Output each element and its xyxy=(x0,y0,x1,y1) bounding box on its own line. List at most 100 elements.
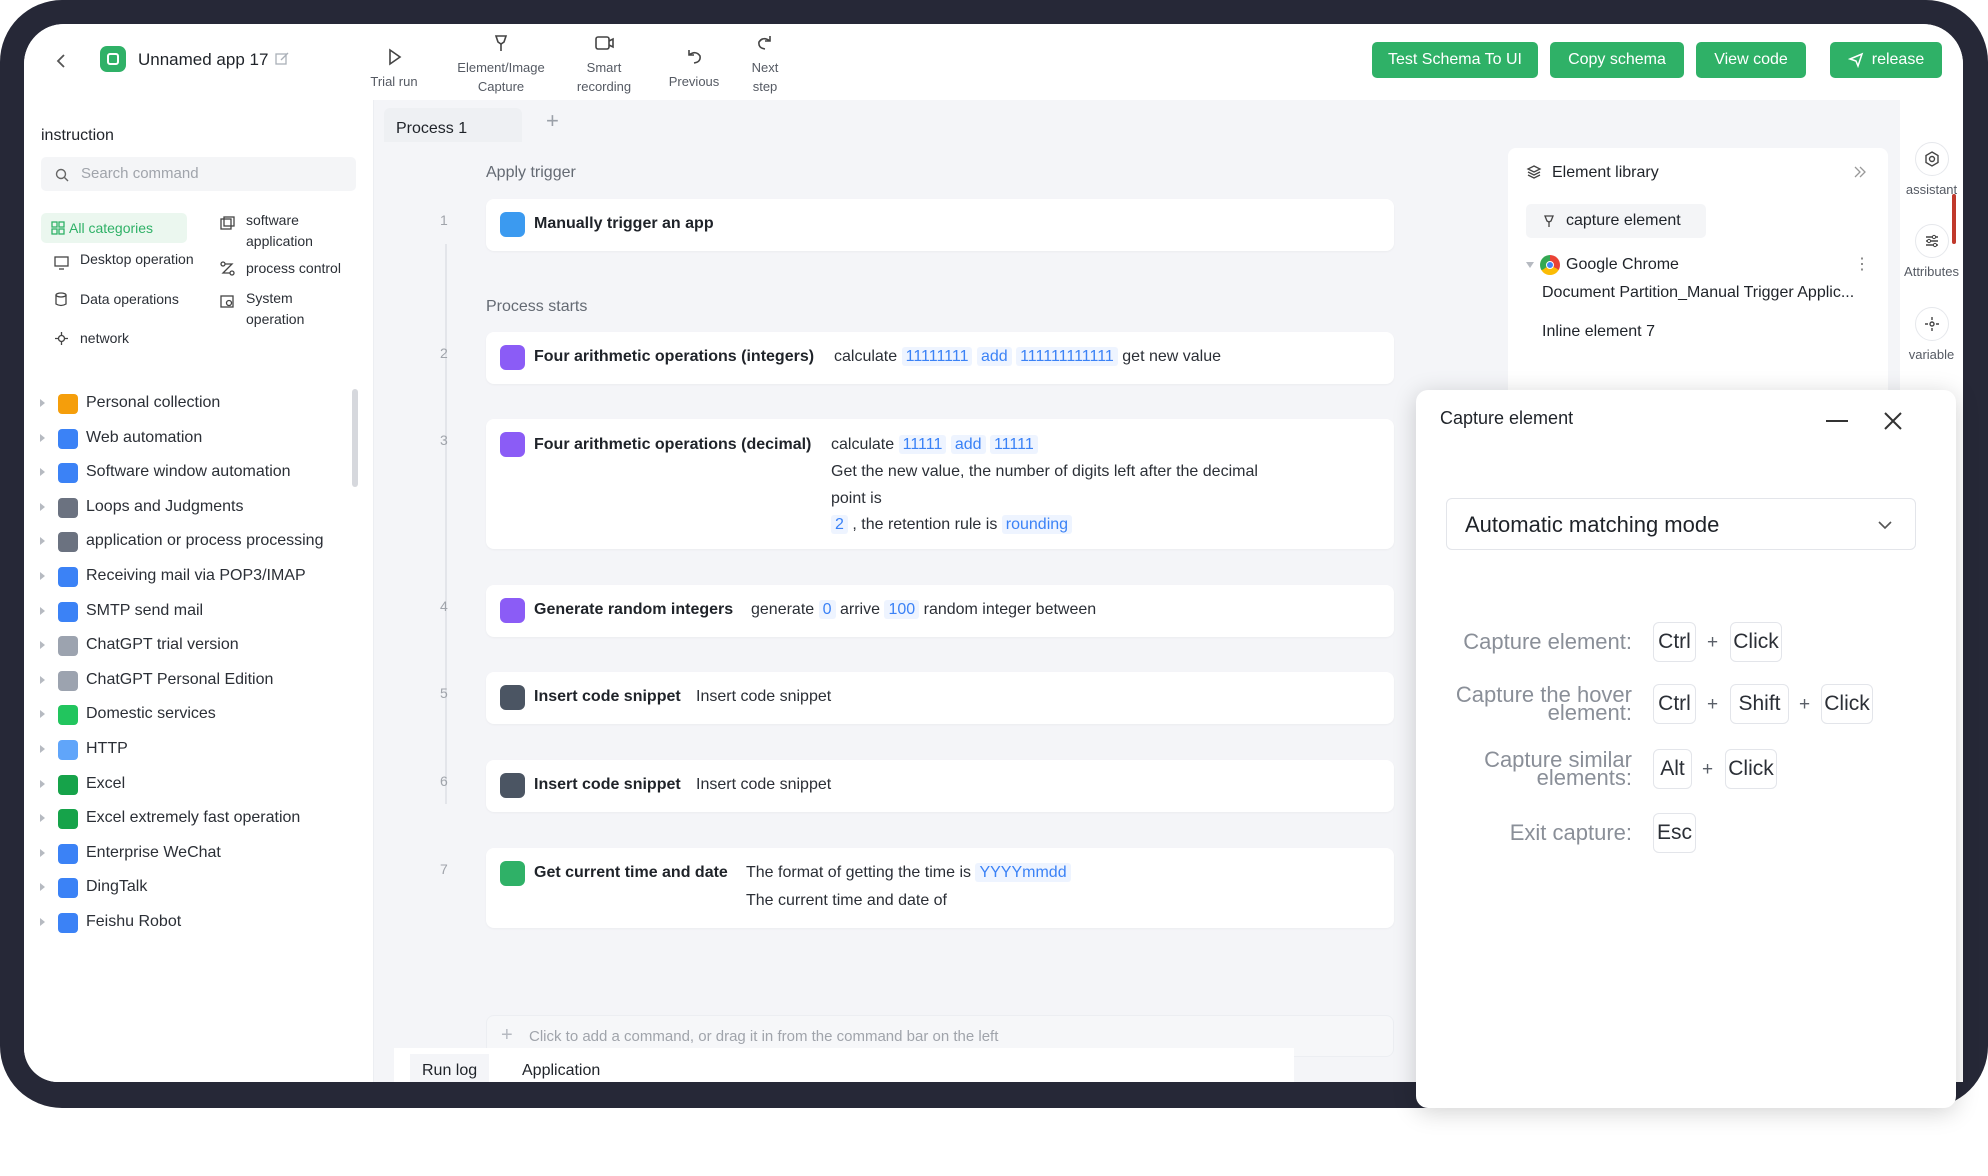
close-icon[interactable] xyxy=(1882,410,1904,432)
tree-item[interactable]: SMTP send mail xyxy=(34,597,354,627)
add-tab-icon[interactable]: + xyxy=(546,108,559,134)
search-input[interactable]: Search command xyxy=(41,157,356,191)
tree-item[interactable]: Excel extremely fast operation xyxy=(34,804,354,834)
expand-arrow-icon[interactable] xyxy=(40,675,45,684)
param-value[interactable]: rounding xyxy=(1001,515,1073,534)
variable-button[interactable]: variable xyxy=(1900,307,1963,362)
more-icon[interactable]: ⋮ xyxy=(1854,254,1870,274)
tree-item[interactable]: DingTalk xyxy=(34,873,354,903)
copy-schema-button[interactable]: Copy schema xyxy=(1550,42,1684,78)
param-value[interactable]: 100 xyxy=(884,600,920,619)
back-icon[interactable] xyxy=(50,50,72,72)
step-card-datetime[interactable]: Get current time and date The format of … xyxy=(486,848,1394,928)
expand-arrow-icon[interactable] xyxy=(40,918,45,926)
step-card-code-1[interactable]: Insert code snippet Insert code snippet xyxy=(486,672,1394,724)
expand-arrow-icon[interactable] xyxy=(40,399,45,407)
category-process-control[interactable]: process control xyxy=(220,258,360,279)
param-value[interactable]: 11111111 xyxy=(901,347,973,366)
previous-label: Previous xyxy=(668,74,720,89)
scrollbar[interactable] xyxy=(352,389,358,487)
tree-item[interactable]: Receiving mail via POP3/IMAP xyxy=(34,562,354,592)
step-card-random[interactable]: Generate random integers generate 0 arri… xyxy=(486,585,1394,637)
param-value[interactable]: 11111 xyxy=(989,435,1038,454)
category-all[interactable]: All categories xyxy=(41,213,187,243)
expand-arrow-icon[interactable] xyxy=(40,814,45,823)
tree-item[interactable]: Software window automation xyxy=(34,458,354,488)
release-button[interactable]: release xyxy=(1830,42,1942,78)
category-icon xyxy=(58,636,78,657)
expand-arrow-icon[interactable] xyxy=(40,572,45,580)
step-card-code-2[interactable]: Insert code snippet Insert code snippet xyxy=(486,760,1394,812)
smart-recording-button[interactable]: Smart recording xyxy=(564,32,644,96)
step-card-arith-int[interactable]: Four arithmetic operations (integers) ca… xyxy=(486,332,1394,384)
step-number: 4 xyxy=(440,598,448,614)
step-text: Insert code snippet xyxy=(696,776,832,793)
tree-item[interactable]: ChatGPT trial version xyxy=(34,631,354,661)
expand-arrow-icon[interactable] xyxy=(40,641,45,650)
variable-label: variable xyxy=(1908,347,1955,362)
category-icon xyxy=(58,878,78,899)
capture-element-button[interactable]: capture element xyxy=(1526,204,1706,238)
document-element[interactable]: Document Partition_Manual Trigger Applic… xyxy=(1542,284,1854,302)
expand-arrow-icon[interactable] xyxy=(40,745,45,753)
tab-run-log[interactable]: Run log xyxy=(410,1054,490,1082)
param-value[interactable]: 2 xyxy=(831,515,848,534)
expand-arrow-icon[interactable] xyxy=(40,502,45,511)
next-step-button[interactable]: Next step xyxy=(740,32,790,96)
trial-run-button[interactable]: Trial run xyxy=(364,32,424,91)
tree-item-label: Personal collection xyxy=(86,394,221,411)
tree-item[interactable]: Domestic services xyxy=(34,700,354,730)
param-value[interactable]: YYYYmmdd xyxy=(975,863,1071,882)
category-icon xyxy=(58,532,78,553)
tab-process-1[interactable]: Process 1 xyxy=(384,108,522,146)
command-panel: instruction Search command All categorie… xyxy=(24,100,374,1082)
view-code-button[interactable]: View code xyxy=(1696,42,1806,78)
expand-caret-icon[interactable] xyxy=(1526,262,1534,268)
category-system[interactable]: System operation xyxy=(220,288,350,330)
expand-arrow-icon[interactable] xyxy=(40,433,45,442)
minimize-icon[interactable] xyxy=(1826,420,1848,422)
expand-arrow-icon[interactable] xyxy=(40,710,45,719)
expand-arrow-icon[interactable] xyxy=(40,883,45,892)
tree-item[interactable]: HTTP xyxy=(34,735,354,765)
key-esc: Esc xyxy=(1653,813,1696,853)
expand-arrow-icon[interactable] xyxy=(40,537,45,546)
collapse-icon[interactable] xyxy=(1852,164,1868,180)
step-card-arith-dec[interactable]: Four arithmetic operations (decimal) cal… xyxy=(486,419,1394,549)
element-capture-button[interactable]: Element/Image Capture xyxy=(448,32,554,96)
tab-application[interactable]: Application xyxy=(510,1054,612,1082)
tree-item[interactable]: Feishu Robot xyxy=(34,908,354,938)
inline-element[interactable]: Inline element 7 xyxy=(1542,323,1655,341)
category-software[interactable]: software application xyxy=(220,210,350,252)
attributes-button[interactable]: Attributes xyxy=(1900,224,1963,279)
expand-arrow-icon[interactable] xyxy=(40,779,45,788)
param-value[interactable]: 111111111111 xyxy=(1016,347,1118,366)
tree-item[interactable]: Web automation xyxy=(34,424,354,454)
expand-arrow-icon[interactable] xyxy=(40,606,45,615)
tree-item[interactable]: Personal collection xyxy=(34,389,354,419)
browser-label[interactable]: Google Chrome xyxy=(1566,256,1679,274)
expand-arrow-icon[interactable] xyxy=(40,848,45,857)
matching-mode-select[interactable]: Automatic matching mode xyxy=(1446,498,1916,550)
param-operator[interactable]: add xyxy=(950,435,986,454)
param-value[interactable]: 0 xyxy=(818,600,836,619)
param-operator[interactable]: add xyxy=(976,347,1012,366)
category-network[interactable]: network xyxy=(54,328,194,349)
edit-icon[interactable] xyxy=(274,51,290,67)
category-desktop[interactable]: Desktop operation xyxy=(54,249,194,270)
category-data[interactable]: Data operations xyxy=(54,289,204,310)
tree-item[interactable]: Loops and Judgments xyxy=(34,493,354,523)
category-icon xyxy=(58,774,78,795)
assistant-button[interactable]: assistant xyxy=(1900,142,1963,197)
tree-item[interactable]: ChatGPT Personal Edition xyxy=(34,666,354,696)
expand-arrow-icon[interactable] xyxy=(40,468,45,477)
param-value[interactable]: 11111 xyxy=(898,435,947,454)
previous-button[interactable]: Previous xyxy=(644,32,744,91)
undo-icon xyxy=(688,50,701,64)
test-schema-button[interactable]: Test Schema To UI xyxy=(1372,42,1538,78)
tree-item[interactable]: Excel xyxy=(34,770,354,800)
step-card-trigger[interactable]: Manually trigger an app xyxy=(486,199,1394,251)
key-alt: Alt xyxy=(1653,749,1692,789)
tree-item[interactable]: application or process processing xyxy=(34,527,354,557)
tree-item[interactable]: Enterprise WeChat xyxy=(34,839,354,869)
